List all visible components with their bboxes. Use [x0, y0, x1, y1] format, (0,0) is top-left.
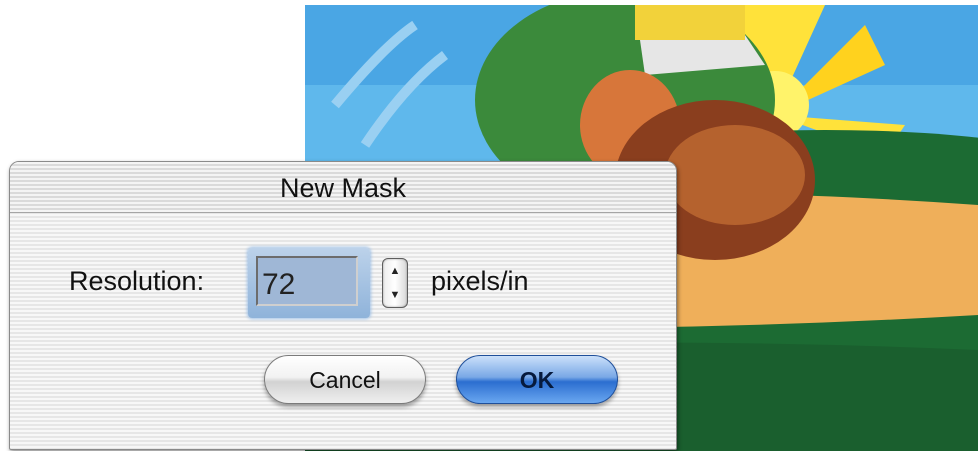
- resolution-input-focus-ring: [248, 248, 370, 318]
- ok-button[interactable]: OK: [456, 355, 618, 404]
- dialog-title: New Mask: [279, 173, 407, 203]
- resolution-stepper[interactable]: ▲ ▼: [382, 258, 408, 308]
- resolution-input[interactable]: [256, 256, 358, 306]
- new-mask-dialog: New Mask Resolution: ▲ ▼ pixels/in Cance…: [9, 161, 677, 450]
- stepper-up-icon[interactable]: ▲: [383, 259, 407, 283]
- cancel-button[interactable]: Cancel: [264, 355, 426, 404]
- dialog-title-bar[interactable]: New Mask: [10, 162, 676, 213]
- resolution-unit-label: pixels/in: [431, 266, 529, 296]
- resolution-label: Resolution:: [69, 266, 205, 296]
- stepper-down-icon[interactable]: ▼: [383, 283, 407, 307]
